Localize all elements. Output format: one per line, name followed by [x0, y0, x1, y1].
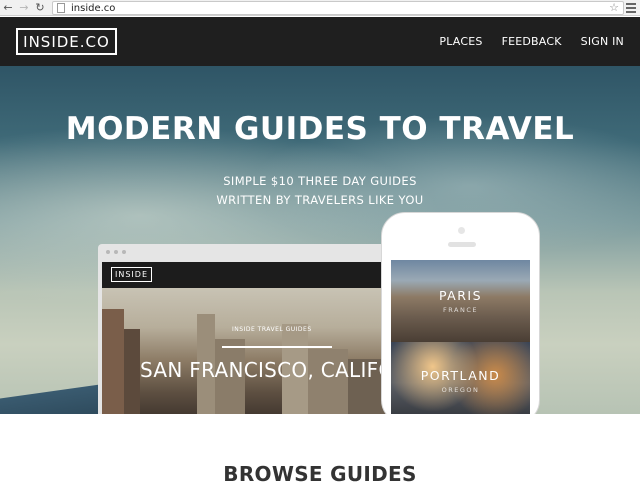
hero-section: MODERN GUIDES TO TRAVEL SIMPLE $10 THREE… — [0, 66, 640, 414]
site-logo[interactable]: INSIDE.CO — [16, 28, 117, 55]
divider — [222, 346, 332, 348]
desktop-mockup: INSIDE INSIDE TRAVEL GUIDES SAN FRANCISC… — [98, 244, 398, 414]
browse-guides-heading: BROWSE GUIDES — [223, 462, 417, 486]
desktop-logo: INSIDE — [111, 267, 152, 282]
browser-toolbar: ← → ↻ inside.co ☆ — [0, 0, 640, 16]
nav-sign-in[interactable]: SIGN IN — [581, 35, 624, 48]
phone-camera — [458, 227, 465, 234]
city-kicker: INSIDE TRAVEL GUIDES — [232, 326, 312, 333]
arrow-left-icon: ← — [3, 1, 13, 14]
phone-mockup: PARIS FRANCE PORTLAND OREGON — [381, 212, 540, 414]
desktop-header: INSIDE — [102, 262, 398, 288]
desktop-screen: INSIDE INSIDE TRAVEL GUIDES SAN FRANCISC… — [102, 262, 398, 414]
address-bar[interactable]: inside.co ☆ — [52, 1, 624, 15]
star-icon[interactable]: ☆ — [609, 1, 619, 14]
nav-places[interactable]: PLACES — [439, 35, 482, 48]
card-title: PORTLAND — [420, 368, 501, 383]
reload-button[interactable]: ↻ — [32, 0, 48, 16]
back-button[interactable]: ← — [0, 0, 16, 16]
building-shape — [102, 309, 124, 414]
forward-button[interactable]: → — [16, 0, 32, 16]
phone-speaker — [448, 242, 476, 247]
hero-subtitle-line-1: SIMPLE $10 THREE DAY GUIDES — [223, 174, 417, 188]
window-dots — [106, 250, 126, 254]
menu-icon[interactable] — [626, 1, 638, 15]
city-photo: INSIDE TRAVEL GUIDES SAN FRANCISCO, CALI… — [102, 288, 398, 414]
city-name: SAN FRANCISCO, CALIFOR — [140, 358, 398, 382]
phone-screen: PARIS FRANCE PORTLAND OREGON — [391, 260, 530, 414]
guide-card-portland[interactable]: PORTLAND OREGON — [391, 342, 530, 414]
page-icon — [57, 3, 65, 13]
nav-feedback[interactable]: FEEDBACK — [502, 35, 562, 48]
hero-subtitle-line-2: WRITTEN BY TRAVELERS LIKE YOU — [216, 193, 424, 207]
reload-icon: ↻ — [35, 1, 45, 14]
hero-title: MODERN GUIDES TO TRAVEL — [65, 111, 575, 147]
site-header: INSIDE.CO PLACES FEEDBACK SIGN IN — [0, 17, 640, 66]
main-nav: PLACES FEEDBACK SIGN IN — [439, 17, 624, 66]
hero-subtitle: SIMPLE $10 THREE DAY GUIDES WRITTEN BY T… — [0, 172, 640, 210]
url-text: inside.co — [71, 2, 116, 14]
building-shape — [124, 329, 140, 414]
arrow-right-icon: → — [19, 1, 29, 14]
card-subtitle: FRANCE — [443, 306, 478, 314]
card-subtitle: OREGON — [441, 386, 480, 394]
card-title: PARIS — [438, 288, 483, 303]
guide-card-paris[interactable]: PARIS FRANCE — [391, 260, 530, 342]
